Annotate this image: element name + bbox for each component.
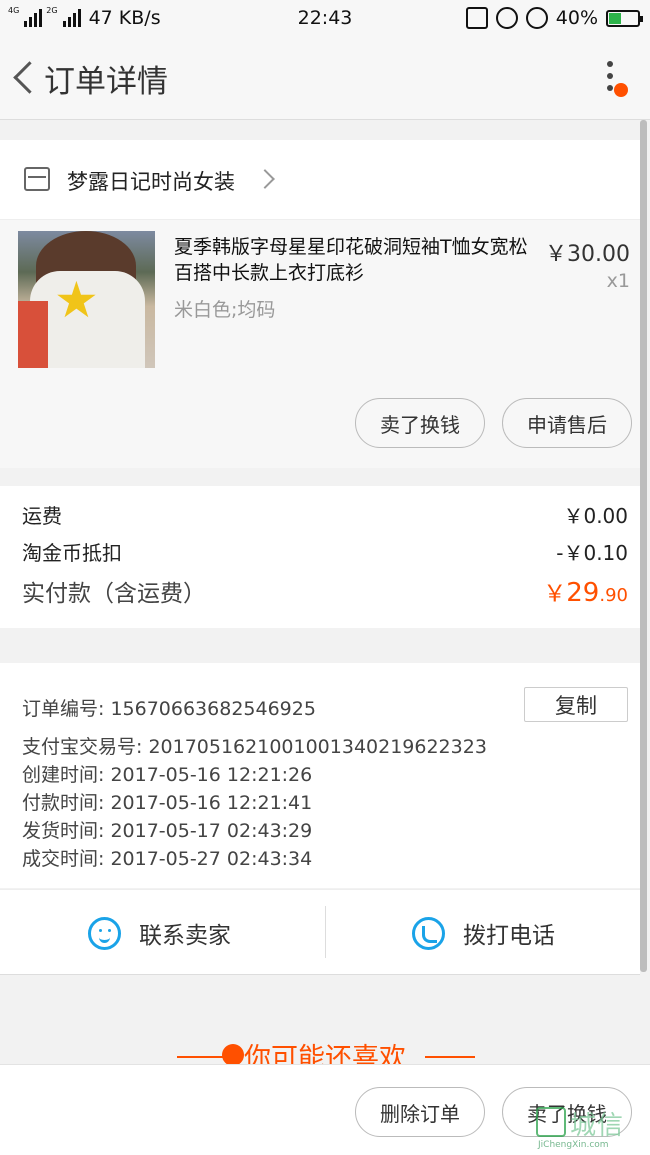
alarm-icon — [525, 7, 548, 29]
after-sale-button[interactable]: 申请售后 — [502, 398, 632, 448]
alipay-number: 支付宝交易号: 2017051621001001340219622323 — [22, 736, 487, 758]
watermark: 城信 JiChengXin.com — [536, 1103, 646, 1151]
shipping-label: 运费 — [22, 504, 62, 528]
battery-percent: 40% — [555, 7, 598, 29]
decor-line-right — [425, 1056, 475, 1058]
watermark-logo — [536, 1107, 566, 1137]
total-currency: ￥ — [543, 581, 567, 607]
shipping-row: 运费 ￥0.00 — [22, 500, 628, 529]
product-quantity: x1 — [606, 270, 630, 292]
product-image[interactable]: ★ — [18, 231, 155, 368]
nav-bar: 订单详情 — [0, 36, 650, 120]
phone-icon — [412, 916, 445, 950]
completed-time: 成交时间: 2017-05-27 02:43:34 — [22, 848, 313, 870]
cost-summary: 运费 ￥0.00 淘金币抵扣 -￥0.10 实付款（含运费） ￥29.90 — [0, 486, 640, 628]
status-bar: 4G 2G 47 KB/s 22:43 40% — [0, 0, 650, 36]
shipped-time: 发货时间: 2017-05-17 02:43:29 — [22, 820, 313, 842]
scrollbar[interactable] — [640, 120, 647, 972]
total-label: 实付款（含运费） — [22, 581, 206, 607]
chevron-right-icon — [255, 169, 275, 189]
product-card: ★ 夏季韩版字母星星印花破洞短袖T恤女宽松百搭中长款上衣打底衫 米白色;均码 ￥… — [0, 220, 640, 468]
delete-order-button[interactable]: 删除订单 — [355, 1087, 485, 1137]
order-number: 订单编号: 15670663682546925 — [22, 698, 316, 720]
watermark-name: 城信 — [570, 1111, 625, 1141]
call-button[interactable]: 拨打电话 — [412, 890, 555, 976]
product-price: ￥30.00 — [545, 242, 630, 267]
back-arrow-icon[interactable] — [10, 58, 40, 98]
coin-label: 淘金币抵扣 — [22, 541, 122, 565]
sell-for-cash-button[interactable]: 卖了换钱 — [355, 398, 485, 448]
total-row: 实付款（含运费） ￥29.90 — [22, 574, 628, 608]
store-name: 梦露日记时尚女装 — [67, 170, 235, 194]
call-label: 拨打电话 — [463, 923, 555, 949]
store-icon — [24, 167, 50, 191]
total-integer: 29 — [566, 578, 600, 608]
created-time: 创建时间: 2017-05-16 12:21:26 — [22, 764, 313, 786]
total-decimal: .90 — [599, 585, 628, 606]
total-value: ￥29.90 — [543, 574, 628, 608]
lock-rotation-icon — [495, 7, 518, 29]
coin-deduction-row: 淘金币抵扣 -￥0.10 — [22, 537, 628, 566]
coin-value: -￥0.10 — [556, 541, 628, 565]
mute-icon — [465, 7, 488, 29]
page-title: 订单详情 — [44, 64, 168, 100]
copy-button[interactable]: 复制 — [524, 687, 628, 722]
watermark-domain: JiChengXin.com — [538, 1140, 609, 1150]
store-row[interactable]: 梦露日记时尚女装 — [0, 140, 640, 220]
order-info: 订单编号: 15670663682546925 复制 支付宝交易号: 20170… — [0, 663, 640, 888]
contact-bar: 联系卖家 拨打电话 — [0, 889, 640, 975]
contact-seller-label: 联系卖家 — [139, 923, 231, 949]
shipping-value: ￥0.00 — [563, 504, 628, 528]
contact-seller-button[interactable]: 联系卖家 — [88, 890, 231, 976]
notification-dot — [614, 83, 628, 97]
battery-icon — [606, 9, 643, 27]
divider — [325, 906, 326, 958]
product-title[interactable]: 夏季韩版字母星星印花破洞短袖T恤女宽松百搭中长款上衣打底衫 — [174, 234, 536, 286]
paid-time: 付款时间: 2017-05-16 12:21:41 — [22, 792, 313, 814]
recommend-header: 你可能还喜欢 — [0, 1030, 650, 1064]
status-right: 40% — [465, 7, 643, 29]
recommend-title: 你可能还喜欢 — [244, 1043, 406, 1064]
product-sku: 米白色;均码 — [174, 299, 276, 321]
chat-smile-icon — [88, 916, 121, 950]
